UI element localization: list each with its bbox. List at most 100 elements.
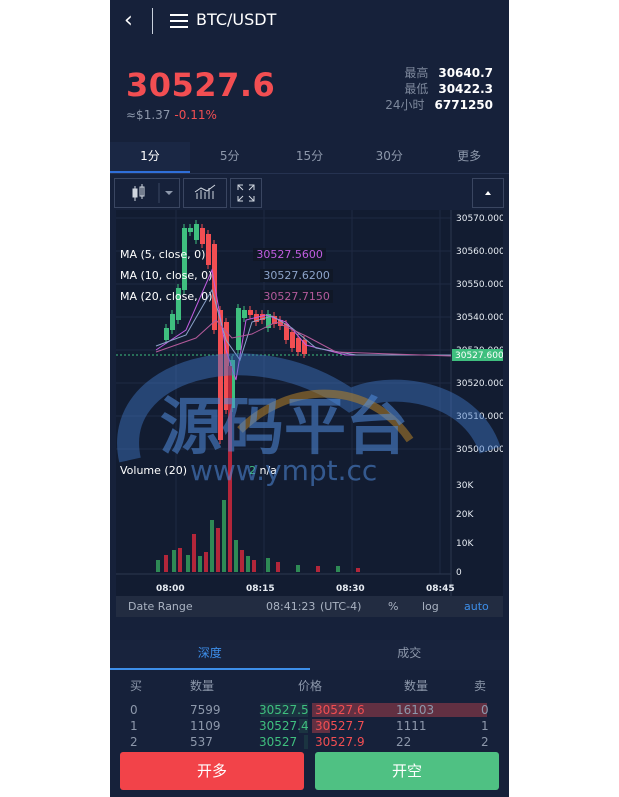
volume-bar bbox=[210, 520, 214, 572]
ask-qty: 16103 bbox=[396, 703, 435, 717]
ma5-label: MA (5, close, 0) bbox=[120, 248, 206, 261]
book-header: 买 数量 价格 数量 卖 bbox=[110, 678, 509, 694]
tab-15m[interactable]: 15分 bbox=[270, 142, 350, 173]
y-tick-label: 30510.0000 bbox=[456, 412, 503, 422]
ma10-value: 30527.6200 bbox=[260, 269, 333, 282]
chart-type-button[interactable] bbox=[114, 178, 180, 208]
x-tick-label: 08:15 bbox=[246, 584, 275, 594]
volume-bar bbox=[234, 540, 238, 572]
low-label: 最低 bbox=[404, 82, 429, 96]
volume-legend: Volume (20) 2 n/a bbox=[120, 464, 277, 477]
last-price: 30527.6 bbox=[126, 66, 276, 104]
tab-5m[interactable]: 5分 bbox=[190, 142, 270, 173]
tab-depth[interactable]: 深度 bbox=[110, 640, 310, 670]
range-bar: Date Range 08:41:23 (UTC-4) % log auto bbox=[116, 596, 503, 617]
ticker-stats: 最高 30640.7 最低 30422.3 24小时 6771250 bbox=[385, 65, 493, 113]
candle bbox=[242, 310, 247, 318]
book-row[interactable]: 0 7599 30527.5 30527.6 16103 0 bbox=[110, 702, 509, 718]
bid-depth-bar bbox=[304, 735, 308, 749]
candle bbox=[296, 338, 301, 352]
y-tick-label: 30520.0000 bbox=[456, 379, 503, 389]
volume-bar bbox=[198, 556, 202, 572]
ask-index: 0 bbox=[481, 703, 489, 717]
ask-qty: 1111 bbox=[396, 719, 427, 733]
auto-toggle[interactable]: auto bbox=[464, 596, 489, 617]
candle bbox=[188, 228, 193, 232]
volume-bar bbox=[186, 555, 190, 572]
change-percent: -0.11% bbox=[174, 108, 217, 122]
ask-index: 2 bbox=[481, 735, 489, 749]
ask-index: 1 bbox=[481, 719, 489, 733]
fullscreen-button[interactable] bbox=[230, 178, 262, 208]
caret-up-icon bbox=[485, 191, 491, 195]
x-tick-label: 08:00 bbox=[156, 584, 185, 594]
ask-qty: 22 bbox=[396, 735, 412, 749]
bid-index: 1 bbox=[130, 719, 138, 733]
candlestick-icon bbox=[132, 183, 173, 203]
volume-bar bbox=[222, 500, 226, 572]
divider bbox=[152, 8, 153, 34]
bid-price: 30527.5 bbox=[259, 703, 309, 717]
ma5-value: 30527.5600 bbox=[253, 248, 326, 261]
log-toggle[interactable]: log bbox=[422, 596, 439, 617]
volume-value: n/a bbox=[259, 464, 277, 477]
tab-trades[interactable]: 成交 bbox=[310, 640, 510, 670]
menu-icon[interactable] bbox=[170, 14, 188, 28]
back-icon[interactable]: ‹ bbox=[124, 8, 133, 34]
depth-tabs: 深度 成交 bbox=[110, 640, 509, 670]
collapse-button[interactable] bbox=[472, 178, 504, 208]
volume-tick-label: 20K bbox=[456, 510, 474, 520]
tab-1m[interactable]: 1分 bbox=[110, 142, 190, 173]
date-range-button[interactable]: Date Range bbox=[128, 596, 193, 617]
bid-qty: 537 bbox=[190, 735, 213, 749]
header: ‹ BTC/USDT bbox=[110, 0, 509, 44]
low-value: 30422.3 bbox=[438, 82, 493, 96]
high-label: 最高 bbox=[404, 66, 429, 80]
open-long-button[interactable]: 开多 bbox=[120, 752, 304, 790]
volume-bar bbox=[172, 550, 176, 572]
volume-tick-label: 30K bbox=[456, 481, 474, 491]
volume-bar bbox=[192, 534, 196, 572]
high-value: 30640.7 bbox=[438, 66, 493, 80]
indicators-button[interactable] bbox=[183, 178, 227, 208]
bid-qty: 7599 bbox=[190, 703, 221, 717]
volume-bar bbox=[276, 562, 280, 572]
volume-tick-label: 0 bbox=[456, 568, 462, 578]
tab-more[interactable]: 更多 bbox=[429, 142, 509, 173]
timezone-button[interactable]: (UTC-4) bbox=[320, 596, 361, 617]
volume-bar bbox=[356, 568, 360, 572]
ask-qty-header: 数量 bbox=[404, 679, 429, 693]
volume-bar bbox=[216, 528, 220, 572]
volume-24h-value: 6771250 bbox=[434, 98, 493, 112]
candle bbox=[194, 224, 199, 240]
bid-index: 2 bbox=[130, 735, 138, 749]
bid-price: 30527.4 bbox=[259, 719, 309, 733]
chart-area[interactable]: 30570.0000 30560.0000 30550.0000 30540.0000… bbox=[116, 210, 509, 596]
open-short-button[interactable]: 开空 bbox=[315, 752, 499, 790]
ask-price: 30527.6 bbox=[315, 703, 365, 717]
ma10-row: MA (10, close, 0) 30527.6200 bbox=[120, 265, 333, 286]
volume-prefix: 2 bbox=[249, 464, 256, 477]
ask-price: 30527.7 bbox=[315, 719, 365, 733]
volume-bar bbox=[164, 555, 168, 572]
candle bbox=[302, 340, 307, 354]
percent-toggle[interactable]: % bbox=[388, 596, 398, 617]
volume-bar bbox=[156, 560, 160, 572]
volume-bar bbox=[246, 556, 250, 572]
tab-30m[interactable]: 30分 bbox=[349, 142, 429, 173]
volume-bar bbox=[204, 552, 208, 572]
volume-bar bbox=[316, 566, 320, 572]
indicator-icon bbox=[194, 184, 216, 199]
ma20-value: 30527.7150 bbox=[260, 290, 333, 303]
pair-title[interactable]: BTC/USDT bbox=[196, 10, 276, 29]
book-row[interactable]: 1 1109 30527.4 30527.7 1111 1 bbox=[110, 718, 509, 734]
candle bbox=[200, 228, 205, 244]
volume-bar bbox=[296, 565, 300, 572]
ma5-row: MA (5, close, 0) 30527.5600 bbox=[120, 244, 333, 265]
ma10-label: MA (10, close, 0) bbox=[120, 269, 213, 282]
y-tick-label: 30560.0000 bbox=[456, 247, 503, 257]
bid-price: 30527 bbox=[259, 735, 298, 749]
volume-bar bbox=[240, 550, 244, 572]
x-tick-label: 08:45 bbox=[426, 584, 455, 594]
book-row[interactable]: 2 537 30527 30527.9 22 2 bbox=[110, 734, 509, 750]
